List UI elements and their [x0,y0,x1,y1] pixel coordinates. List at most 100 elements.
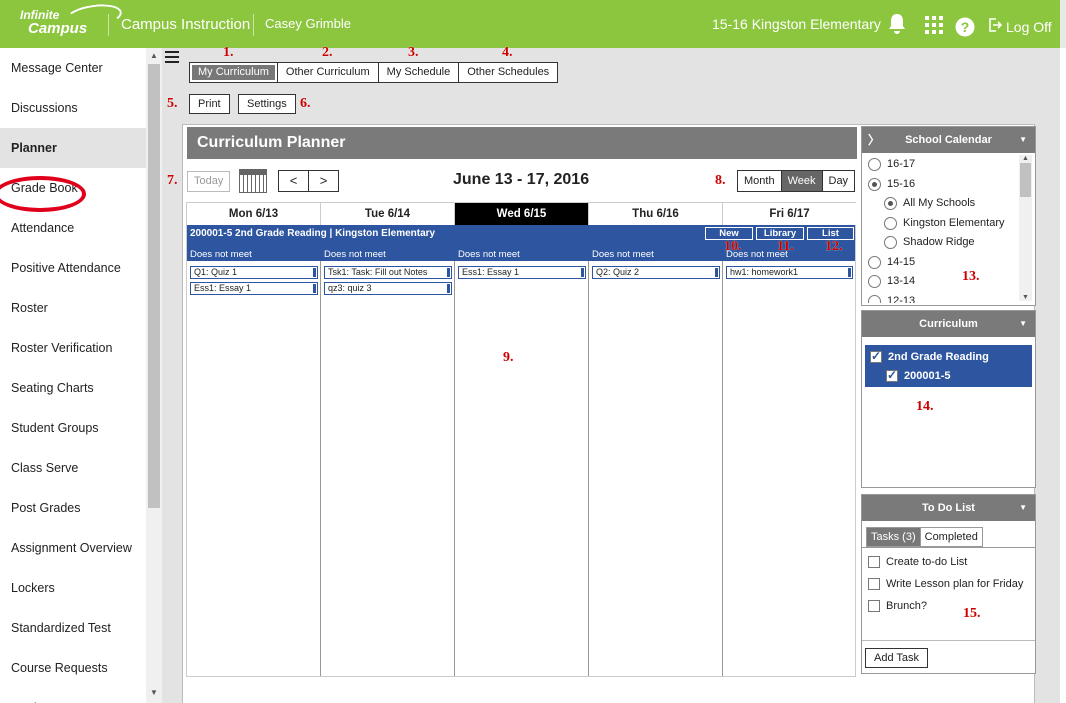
day-column-tue[interactable] [321,261,455,676]
print-button[interactable]: Print [189,94,230,114]
status-thu: Does not meet [592,249,654,260]
todo-item[interactable]: Create to-do List [862,551,1035,573]
today-button[interactable]: Today [187,171,231,192]
sidebar-item-planner[interactable]: Planner [0,128,146,168]
bell-icon[interactable] [886,12,908,39]
sidebar-item-standardized-test[interactable]: Standardized Test [0,608,146,648]
day-view-button[interactable]: Day [821,170,856,192]
marker-3: 3. [408,45,419,60]
day-header-wed[interactable]: Wed 6/15 [455,203,589,225]
assignment-item[interactable]: Q1: Quiz 1 [190,266,318,279]
course-title[interactable]: 200001-5 2nd Grade Reading | Kingston El… [190,228,435,239]
add-task-button[interactable]: Add Task [865,648,929,668]
menu-toggle-icon[interactable] [165,51,179,66]
sidebar-item-attendance[interactable]: Attendance [0,208,146,248]
sidebar: Message Center Discussions Planner Grade Bo… [0,48,146,703]
marker-4: 4. [502,45,513,60]
tab-other-curriculum[interactable]: Other Curriculum [276,62,379,83]
main-content: My Curriculum Other Curriculum My Schedu… [162,45,1060,703]
day-header-thu[interactable]: Thu 6/16 [589,203,723,225]
day-column-mon[interactable] [187,261,321,676]
marker-7: 7. [167,173,178,188]
sidebar-item-roster[interactable]: Roster [0,288,146,328]
dropdown-arrow-icon[interactable]: ▼ [1019,311,1027,337]
sidebar-item-course-requests[interactable]: Course Requests [0,648,146,688]
sidebar-item-message-center[interactable]: Message Center [0,48,146,88]
settings-button[interactable]: Settings [238,94,296,114]
next-week-button[interactable]: > [308,170,339,192]
infinite-campus-logo[interactable]: Infinite Campus [20,1,124,36]
calendar-year-14-15[interactable]: 14-15 [868,253,1035,273]
assignment-item[interactable]: Ess1: Essay 1 [190,282,318,295]
sidebar-item-post-grades[interactable]: Post Grades [0,488,146,528]
sidebar-item-lockers[interactable]: Lockers [0,568,146,608]
curriculum-course-checkbox[interactable]: 2nd Grade Reading [865,347,1032,366]
day-header-mon[interactable]: Mon 6/13 [187,203,321,225]
apps-grid-icon[interactable] [925,16,943,37]
app-name[interactable]: Campus Instruction [121,16,250,33]
sidebar-item-assignment-overview[interactable]: Assignment Overview [0,528,146,568]
school-all-my-schools[interactable]: All My Schools [868,194,1035,214]
user-name[interactable]: Casey Grimble [265,16,351,31]
sidebar-item-class-serve[interactable]: Class Serve [0,448,146,488]
assignment-item[interactable]: Q2: Quiz 2 [592,266,720,279]
calendar-year-12-13[interactable]: 12-13 [868,292,1035,303]
day-column-wed[interactable] [455,261,589,676]
top-bar: Infinite Campus Campus Instruction Casey… [0,0,1066,48]
dropdown-arrow-icon[interactable]: ▼ [1019,127,1027,153]
week-view-button[interactable]: Week [780,170,823,192]
tab-my-curriculum[interactable]: My Curriculum [189,62,278,83]
sidebar-item-student-groups[interactable]: Student Groups [0,408,146,448]
marker-14: 14. [916,399,934,414]
day-header-fri[interactable]: Fri 6/17 [723,203,856,225]
date-range: June 13 - 17, 2016 [453,171,590,188]
school-year-selector[interactable]: 15-16 Kingston Elementary [712,16,881,32]
calendar-year-15-16[interactable]: 15-16 [868,175,1035,195]
sidebar-item-student-course[interactable]: Student Course [0,688,146,703]
status-tue: Does not meet [324,249,386,260]
month-view-button[interactable]: Month [737,170,782,192]
calendar-icon[interactable] [239,169,267,193]
calendar-year-16-17[interactable]: 16-17 [868,155,1035,175]
assignment-item[interactable]: hw1: homework1 [726,266,853,279]
assignment-item[interactable]: Tsk1: Task: Fill out Notes [324,266,452,279]
school-kingston-elementary[interactable]: Kingston Elementary [868,214,1035,234]
tab-other-schedules[interactable]: Other Schedules [458,62,559,83]
sidebar-scrollbar[interactable]: ▲ ▼ [146,48,162,703]
todo-item[interactable]: Write Lesson plan for Friday [862,573,1035,595]
calendar-year-13-14[interactable]: 13-14 [868,272,1035,292]
sidebar-item-roster-verification[interactable]: Roster Verification [0,328,146,368]
curriculum-section-checkbox[interactable]: 200001-5 [865,366,1032,385]
previous-week-button[interactable]: < [278,170,309,192]
calendar-scrollbar[interactable]: ▲ ▼ [1019,155,1032,301]
school-calendar-panel: 〉 School Calendar ▼ 16-17 15-16 All My S… [861,126,1036,306]
tab-completed[interactable]: Completed [919,527,983,547]
sidebar-item-seating-charts[interactable]: Seating Charts [0,368,146,408]
planner-tabs: My Curriculum Other Curriculum My Schedu… [189,62,559,83]
collapse-chevron-icon[interactable]: 〉 [868,127,880,153]
status-wed: Does not meet [458,249,520,260]
tab-tasks[interactable]: Tasks (3) [866,527,921,547]
log-off-button[interactable]: Log Off [988,18,1052,35]
marker-11: 11. [777,239,794,254]
school-shadow-ridge[interactable]: Shadow Ridge [868,233,1035,253]
todo-header[interactable]: To Do List ▼ [862,495,1035,521]
assignment-item[interactable]: Ess1: Essay 1 [458,266,586,279]
tab-my-schedule[interactable]: My Schedule [377,62,460,83]
calendar-list: 16-17 15-16 All My Schools Kingston Elem… [862,153,1035,303]
dropdown-arrow-icon[interactable]: ▼ [1019,495,1027,521]
day-header-tue[interactable]: Tue 6/14 [321,203,455,225]
school-calendar-header[interactable]: 〉 School Calendar ▼ [862,127,1035,153]
curriculum-selection: 2nd Grade Reading 200001-5 [865,345,1032,387]
todo-item[interactable]: Brunch? [862,595,1035,617]
sidebar-item-positive-attendance[interactable]: Positive Attendance [0,248,146,288]
status-mon: Does not meet [190,249,252,260]
logout-icon [988,18,1003,35]
sidebar-item-discussions[interactable]: Discussions [0,88,146,128]
help-icon[interactable]: ? [955,17,975,40]
day-column-thu[interactable] [589,261,723,676]
marker-5: 5. [167,96,178,111]
curriculum-header[interactable]: Curriculum ▼ [862,311,1035,337]
assignment-item[interactable]: qz3: quiz 3 [324,282,452,295]
marker-10: 10. [724,239,742,254]
